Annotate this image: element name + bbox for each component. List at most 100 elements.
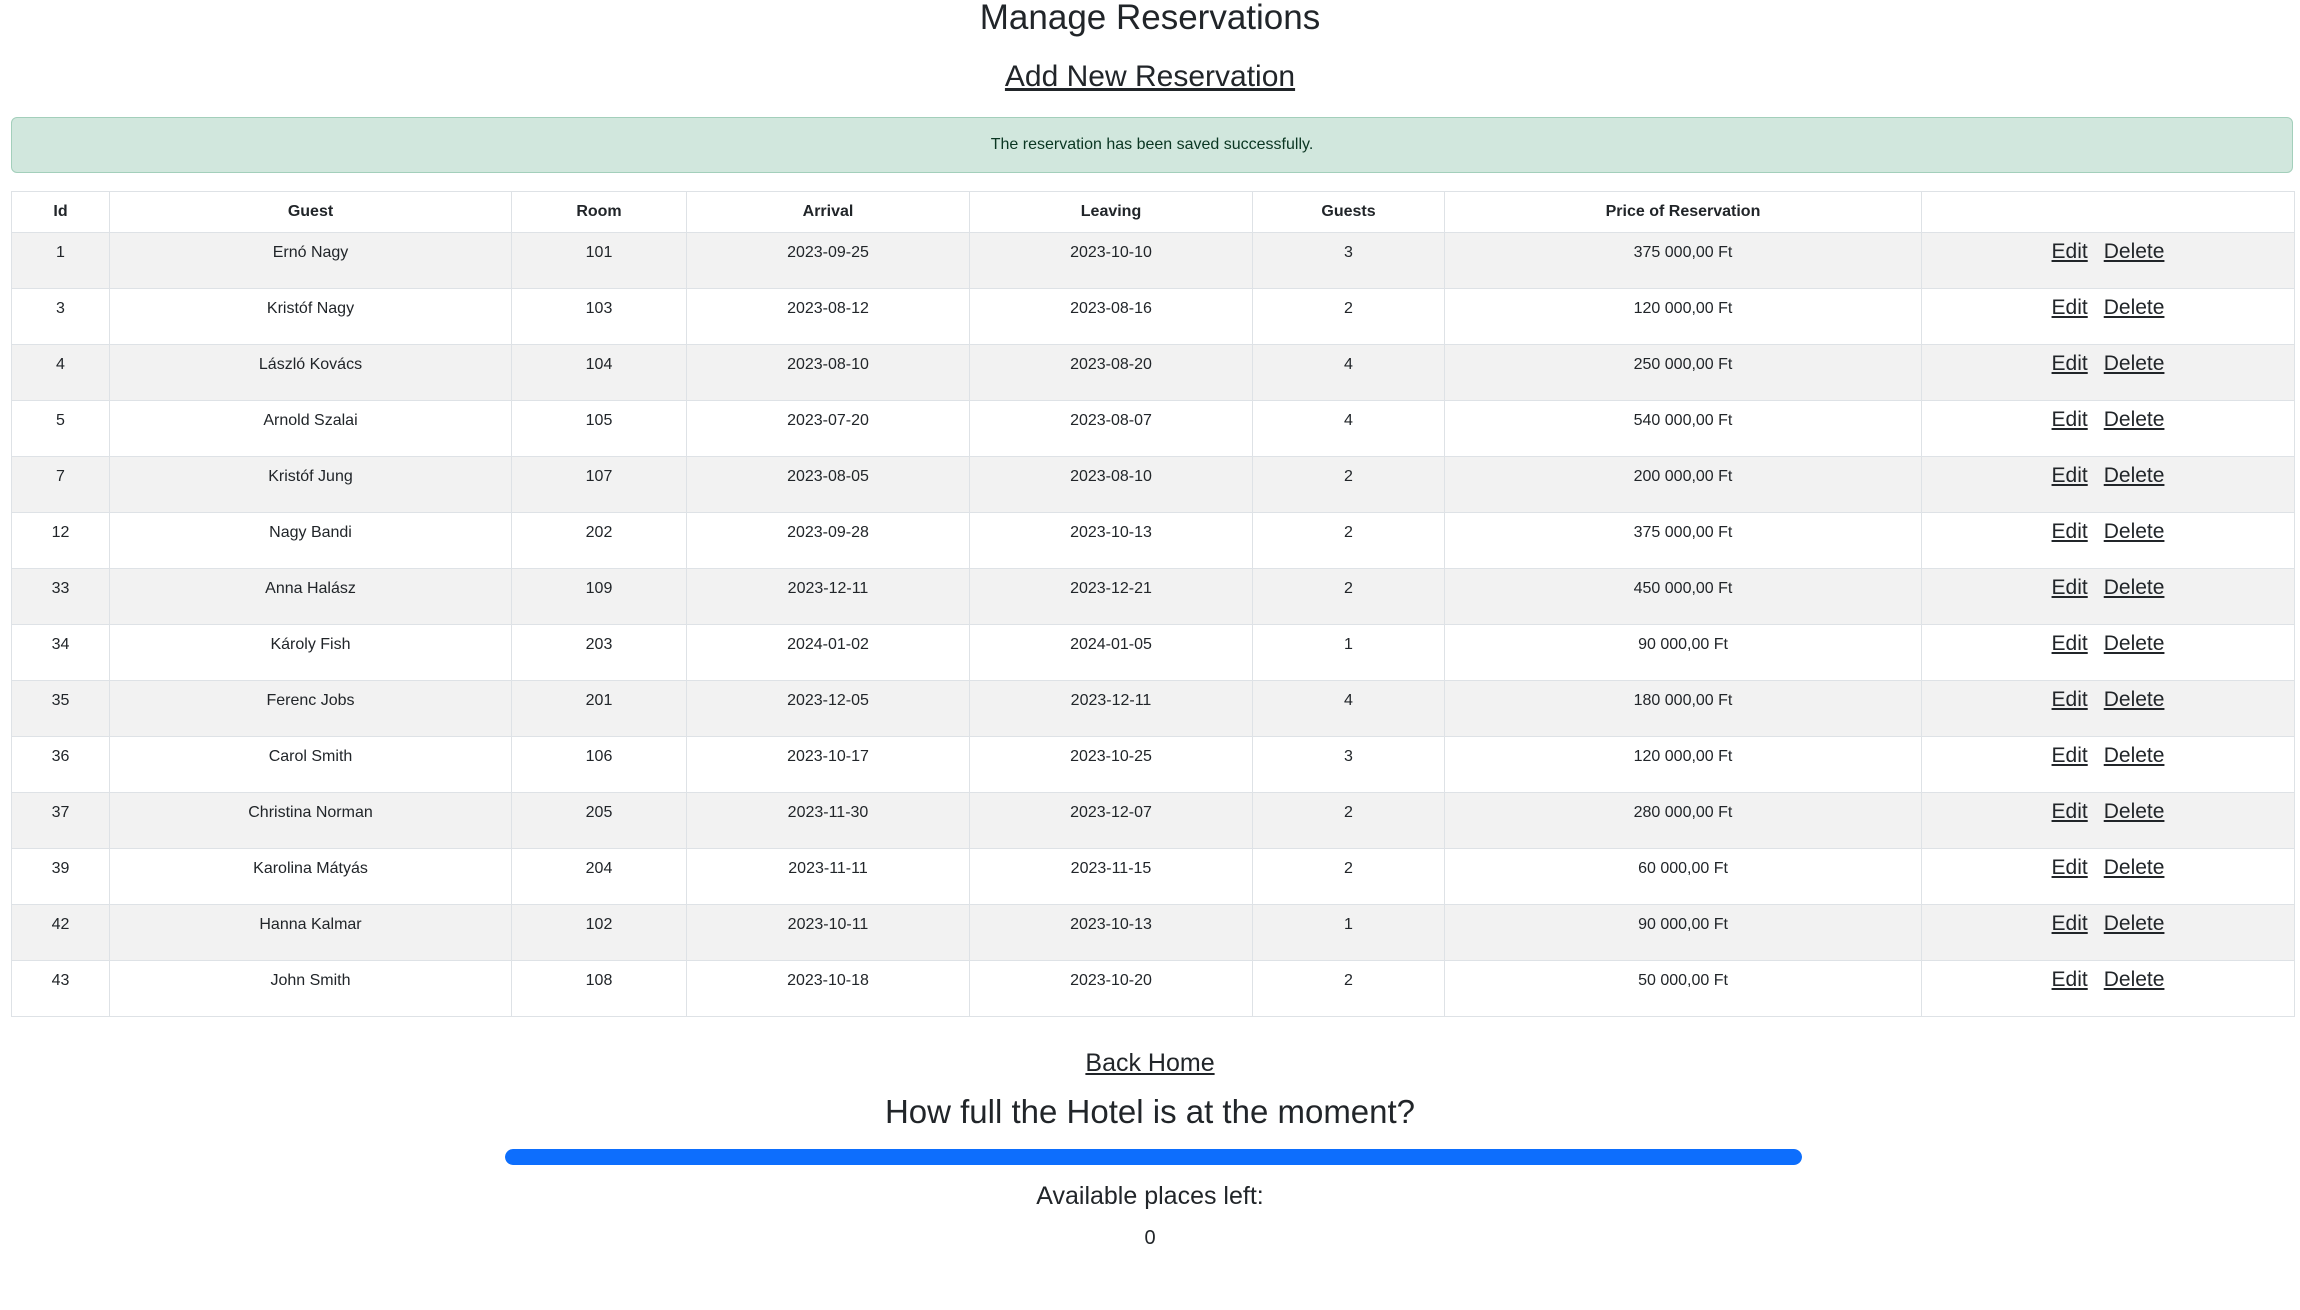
reservations-table: Id Guest Room Arrival Leaving Guests Price of … <box>11 191 2295 1017</box>
delete-link[interactable]: Delete <box>2104 800 2165 823</box>
edit-link[interactable]: Edit <box>2052 968 2088 991</box>
column-header: Leaving <box>969 191 1253 233</box>
occupancy-progress <box>505 1149 1802 1165</box>
table-row: 37 Christina Norman 205 2023-11-30 2023-12-0… <box>11 792 2295 849</box>
cell-arrival: 2023-10-11 <box>686 904 970 961</box>
cell-guest: Ferenc Jobs <box>109 680 512 737</box>
add-reservation-link[interactable]: Add New Reservation <box>1005 60 1295 93</box>
edit-link[interactable]: Edit <box>2052 688 2088 711</box>
cell-id: 1 <box>11 232 110 289</box>
cell-arrival: 2023-12-05 <box>686 680 970 737</box>
add-reservation-container: Add New Reservation <box>0 59 2300 95</box>
cell-price: 120 000,00 Ft <box>1444 288 1922 345</box>
delete-link[interactable]: Delete <box>2104 856 2165 879</box>
cell-guests: 2 <box>1252 568 1445 625</box>
cell-guest: Christina Norman <box>109 792 512 849</box>
cell-price: 540 000,00 Ft <box>1444 400 1922 457</box>
delete-link[interactable]: Delete <box>2104 968 2165 991</box>
cell-id: 35 <box>11 680 110 737</box>
cell-arrival: 2023-09-25 <box>686 232 970 289</box>
edit-link[interactable]: Edit <box>2052 800 2088 823</box>
delete-link[interactable]: Delete <box>2104 912 2165 935</box>
cell-guest: Anna Halász <box>109 568 512 625</box>
cell-guest: Károly Fish <box>109 624 512 681</box>
cell-leaving: 2023-11-15 <box>969 848 1253 905</box>
delete-link[interactable]: Delete <box>2104 296 2165 319</box>
delete-link[interactable]: Delete <box>2104 744 2165 767</box>
cell-leaving: 2023-10-13 <box>969 512 1253 569</box>
cell-guest: John Smith <box>109 960 512 1017</box>
table-row: 3 Kristóf Nagy 103 2023-08-12 2023-08-16 2 120… <box>11 288 2295 345</box>
table-row: 7 Kristóf Jung 107 2023-08-05 2023-08-10 2 200… <box>11 456 2295 513</box>
cell-guests: 2 <box>1252 792 1445 849</box>
cell-price: 375 000,00 Ft <box>1444 232 1922 289</box>
cell-id: 42 <box>11 904 110 961</box>
table-row: 42 Hanna Kalmar 102 2023-10-11 2023-10-13 1 90… <box>11 904 2295 961</box>
edit-link[interactable]: Edit <box>2052 744 2088 767</box>
cell-guest: Kristóf Jung <box>109 456 512 513</box>
cell-price: 120 000,00 Ft <box>1444 736 1922 793</box>
delete-link[interactable]: Delete <box>2104 240 2165 263</box>
cell-arrival: 2023-10-17 <box>686 736 970 793</box>
cell-actions: Edit Delete <box>1921 288 2295 345</box>
page: Manage Reservations Add New Reservation … <box>0 0 2300 1310</box>
success-alert: The reservation has been saved successfu… <box>11 117 2293 173</box>
delete-link[interactable]: Delete <box>2104 688 2165 711</box>
table-row: 1 Ernó Nagy 101 2023-09-25 2023-10-10 3 375 00… <box>11 232 2295 289</box>
delete-link[interactable]: Delete <box>2104 408 2165 431</box>
cell-arrival: 2023-10-18 <box>686 960 970 1017</box>
cell-id: 12 <box>11 512 110 569</box>
edit-link[interactable]: Edit <box>2052 856 2088 879</box>
cell-leaving: 2023-12-21 <box>969 568 1253 625</box>
cell-id: 7 <box>11 456 110 513</box>
cell-leaving: 2023-10-25 <box>969 736 1253 793</box>
edit-link[interactable]: Edit <box>2052 576 2088 599</box>
cell-price: 250 000,00 Ft <box>1444 344 1922 401</box>
cell-arrival: 2023-09-28 <box>686 512 970 569</box>
edit-link[interactable]: Edit <box>2052 912 2088 935</box>
cell-guests: 4 <box>1252 400 1445 457</box>
column-header <box>1921 191 2295 233</box>
cell-actions: Edit Delete <box>1921 624 2295 681</box>
delete-link[interactable]: Delete <box>2104 632 2165 655</box>
cell-arrival: 2023-08-12 <box>686 288 970 345</box>
cell-guest: Carol Smith <box>109 736 512 793</box>
cell-actions: Edit Delete <box>1921 400 2295 457</box>
cell-guests: 2 <box>1252 960 1445 1017</box>
cell-guest: László Kovács <box>109 344 512 401</box>
edit-link[interactable]: Edit <box>2052 296 2088 319</box>
edit-link[interactable]: Edit <box>2052 632 2088 655</box>
cell-room: 203 <box>511 624 687 681</box>
cell-guest: Kristóf Nagy <box>109 288 512 345</box>
delete-link[interactable]: Delete <box>2104 352 2165 375</box>
edit-link[interactable]: Edit <box>2052 352 2088 375</box>
edit-link[interactable]: Edit <box>2052 408 2088 431</box>
cell-guest: Hanna Kalmar <box>109 904 512 961</box>
table-row: 33 Anna Halász 109 2023-12-11 2023-12-21 2 450… <box>11 568 2295 625</box>
cell-arrival: 2023-07-20 <box>686 400 970 457</box>
table-row: 43 John Smith 108 2023-10-18 2023-10-20 2 50 0… <box>11 960 2295 1017</box>
edit-link[interactable]: Edit <box>2052 520 2088 543</box>
back-home-link[interactable]: Back Home <box>1085 1049 1214 1077</box>
table-row: 36 Carol Smith 106 2023-10-17 2023-10-25 3 120… <box>11 736 2295 793</box>
delete-link[interactable]: Delete <box>2104 520 2165 543</box>
cell-id: 36 <box>11 736 110 793</box>
cell-leaving: 2023-12-07 <box>969 792 1253 849</box>
occupancy-heading: How full the Hotel is at the moment? <box>884 1093 1416 1130</box>
edit-link[interactable]: Edit <box>2052 240 2088 263</box>
cell-room: 202 <box>511 512 687 569</box>
cell-price: 90 000,00 Ft <box>1444 624 1922 681</box>
cell-guests: 2 <box>1252 848 1445 905</box>
cell-guests: 1 <box>1252 624 1445 681</box>
cell-guest: Karolina Mátyás <box>109 848 512 905</box>
cell-guests: 4 <box>1252 344 1445 401</box>
cell-price: 90 000,00 Ft <box>1444 904 1922 961</box>
edit-link[interactable]: Edit <box>2052 464 2088 487</box>
delete-link[interactable]: Delete <box>2104 464 2165 487</box>
cell-id: 5 <box>11 400 110 457</box>
cell-room: 104 <box>511 344 687 401</box>
delete-link[interactable]: Delete <box>2104 576 2165 599</box>
cell-leaving: 2023-08-10 <box>969 456 1253 513</box>
cell-actions: Edit Delete <box>1921 960 2295 1017</box>
cell-actions: Edit Delete <box>1921 736 2295 793</box>
